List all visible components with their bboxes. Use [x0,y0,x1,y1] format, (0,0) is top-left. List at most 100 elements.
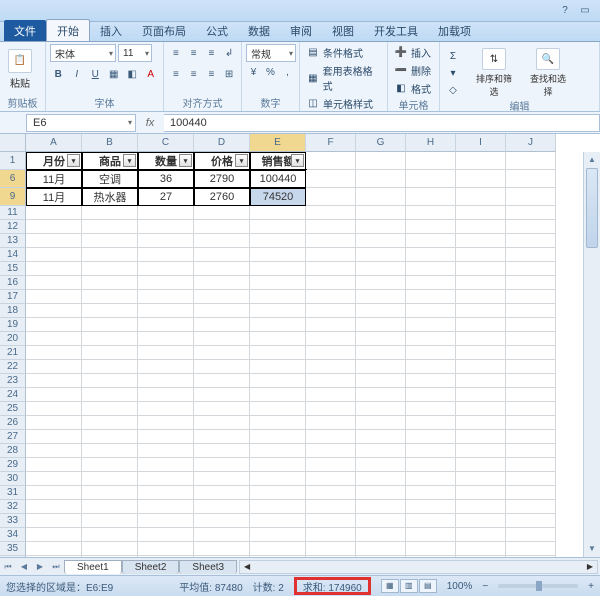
cell[interactable] [82,220,138,234]
cell[interactable] [356,152,406,170]
cell[interactable] [250,220,306,234]
filter-icon[interactable]: ▾ [67,154,80,167]
cell[interactable] [138,318,194,332]
tab-review[interactable]: 审阅 [280,20,322,41]
cell[interactable] [26,206,82,220]
tab-data[interactable]: 数据 [238,20,280,41]
cell[interactable] [194,290,250,304]
filter-icon[interactable]: ▾ [179,154,192,167]
cell[interactable] [138,500,194,514]
cell[interactable] [250,486,306,500]
cell[interactable] [82,360,138,374]
col-header-C[interactable]: C [138,134,194,152]
align-mid-button[interactable]: ≡ [186,44,202,62]
cell[interactable] [82,514,138,528]
cell[interactable] [356,486,406,500]
cell[interactable] [356,374,406,388]
cell[interactable] [194,458,250,472]
cell[interactable] [306,234,356,248]
cell[interactable] [356,472,406,486]
cell[interactable] [306,472,356,486]
view-normal-button[interactable]: ▦ [381,579,399,593]
merge-button[interactable]: ⊞ [221,65,237,83]
cell-A6[interactable]: 11月 [26,170,82,188]
cell[interactable] [26,402,82,416]
cell[interactable] [26,360,82,374]
cell[interactable] [456,360,506,374]
row-header-18[interactable]: 18 [0,304,26,318]
cell[interactable] [356,430,406,444]
cell[interactable] [506,500,556,514]
cell[interactable] [194,248,250,262]
cell[interactable] [82,332,138,346]
cell[interactable] [406,542,456,556]
cell[interactable] [506,458,556,472]
cell[interactable] [82,346,138,360]
cell[interactable] [456,332,506,346]
cell[interactable] [26,500,82,514]
cell[interactable] [26,262,82,276]
scroll-thumb[interactable] [586,168,598,248]
sheet-nav-last-icon[interactable]: ⏭ [48,562,64,572]
cell[interactable] [82,304,138,318]
scroll-down-icon[interactable]: ▼ [584,541,600,557]
cell[interactable] [506,234,556,248]
cell[interactable] [506,360,556,374]
cell[interactable] [82,290,138,304]
cell[interactable] [506,332,556,346]
view-layout-button[interactable]: ▥ [400,579,418,593]
cell[interactable] [506,206,556,220]
filter-icon[interactable]: ▾ [235,154,248,167]
cell[interactable] [456,318,506,332]
cell[interactable] [138,528,194,542]
cell[interactable] [406,444,456,458]
cell[interactable] [306,188,356,206]
cell[interactable] [356,170,406,188]
cell[interactable] [26,528,82,542]
cell[interactable] [26,248,82,262]
autosum-button[interactable]: Σ [444,48,462,64]
scroll-right-icon[interactable]: ▶ [583,561,597,573]
cell[interactable] [506,430,556,444]
row-header-13[interactable]: 13 [0,234,26,248]
scroll-left-icon[interactable]: ◀ [240,561,254,573]
cell[interactable] [138,332,194,346]
cell[interactable] [406,430,456,444]
cell[interactable] [356,514,406,528]
cell[interactable] [250,346,306,360]
cell[interactable] [26,514,82,528]
cell[interactable] [506,318,556,332]
row-header-12[interactable]: 12 [0,220,26,234]
cell[interactable] [456,152,506,170]
row-header-6[interactable]: 6 [0,170,26,188]
cell[interactable] [356,188,406,206]
cell[interactable] [82,262,138,276]
cell[interactable] [506,188,556,206]
cell[interactable] [194,318,250,332]
cell[interactable] [406,206,456,220]
cell[interactable] [82,430,138,444]
cell[interactable] [138,262,194,276]
row-header-21[interactable]: 21 [0,346,26,360]
cell[interactable] [138,234,194,248]
cell[interactable] [306,152,356,170]
row-header-30[interactable]: 30 [0,472,26,486]
cell[interactable] [82,374,138,388]
cell[interactable] [194,402,250,416]
cell[interactable] [456,444,506,458]
cell[interactable] [506,170,556,188]
row-header-20[interactable]: 20 [0,332,26,346]
cell[interactable] [82,248,138,262]
cell[interactable] [456,188,506,206]
cell[interactable] [356,234,406,248]
row-header-15[interactable]: 15 [0,262,26,276]
sheet-tab-2[interactable]: Sheet2 [122,560,180,574]
cell[interactable] [82,318,138,332]
row-header-25[interactable]: 25 [0,402,26,416]
row-header-17[interactable]: 17 [0,290,26,304]
cell[interactable] [82,542,138,556]
col-header-F[interactable]: F [306,134,356,152]
cell[interactable] [250,542,306,556]
sheet-tab-3[interactable]: Sheet3 [179,560,237,574]
paste-button[interactable]: 📋 粘贴 [4,44,36,94]
